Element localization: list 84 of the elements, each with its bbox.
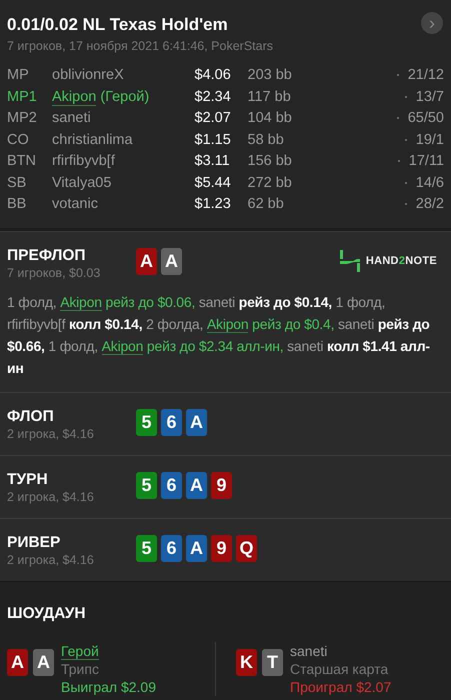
playing-card: A [7,648,28,676]
showdown-title: ШОУДАУН [7,604,87,622]
stack-amount: $1.23 [194,196,231,212]
playing-card: A [186,534,207,562]
playing-card: K [236,648,257,676]
hand-title: 0.01/0.02 NL Texas Hold'em [7,15,229,35]
result-amount: Выиграл $2.09 [61,678,156,694]
street-title: РИВЕР [7,532,62,552]
street-subtitle: 7 игроков, $0.03 [7,264,102,280]
player-stats: 65/50 [408,110,444,126]
playing-card: A [186,472,207,498]
separator-dot [404,96,407,98]
playing-card: 6 [161,472,182,498]
playing-card: 9 [211,534,232,562]
stack-amount: $1.15 [194,132,231,148]
stack-amount: $4.06 [194,67,231,83]
position-label: CO [7,130,30,150]
stack-bb: 104 bb [248,110,292,126]
player-link[interactable]: Akipon [60,294,102,310]
player-stats: 19/1 [416,132,444,148]
stack-bb: 272 bb [248,174,292,190]
playing-card: A [186,408,207,436]
player-stats: 17/11 [408,153,444,169]
separator-dot [396,74,399,76]
street-subtitle: 2 игрока, $4.16 [7,488,95,504]
position-label: MP [7,66,30,85]
separator-dot [396,117,399,120]
player-name: rfirfibyvb[f [52,153,115,169]
stack-amount: $3.11 [194,153,230,169]
playing-card: T [262,648,283,676]
player-link[interactable]: Akipon [102,338,144,354]
stack-amount: $2.07 [194,110,231,126]
street-title: ПРЕФЛОП [7,246,87,264]
separator-dot [404,203,407,206]
street-title: ФЛОП [7,406,55,426]
player-stats: 21/12 [408,67,444,83]
player-stats: 13/7 [416,88,444,104]
action-log: 1 фолд, Akipon рейз до $0.06, saneti рейз до $0.14, 1 фолд, rfirfibyvb[f колл $0.14, 2 фолда, Akipon рейз до $0.4, saneti рейз до $0.66, 1 фолд, Akipon рейз до $2.34 алл-ин, saneti колл $1.41 алл-ин [7,292,431,378]
separator-dot [404,182,407,184]
playing-card: 6 [161,534,182,562]
stack-bb: 203 bb [248,67,292,83]
position-label: MP2 [7,109,38,128]
hand-rank: Трипс [61,660,99,676]
playing-card: A [33,648,54,676]
stack-amount: $5.44 [194,174,231,190]
player-name: saneti [52,110,91,126]
stack-amount: $2.34 [194,88,231,104]
player-stats: 28/2 [416,196,444,212]
logo-text: HAND2NOTE [366,254,437,266]
stack-bb: 156 bb [248,153,292,169]
stack-bb: 58 bb [248,132,284,148]
hero-label: (Герой) [100,88,150,104]
position-label: BB [7,195,28,214]
player-link[interactable]: Akipon [52,88,96,106]
player-name: votanic [52,196,98,212]
player-name: oblivionreX [52,67,124,83]
player-name: christianlima [52,132,133,148]
street-subtitle: 2 игрока, $4.16 [7,426,95,442]
player-stats: 14/6 [416,174,444,190]
hand-subtitle: 7 игроков, 17 ноября 2021 6:41:46, PokerStars [7,39,273,53]
position-label: BTN [7,152,37,171]
player-name: saneti [290,642,328,658]
playing-card: A [161,248,182,274]
playing-card: 6 [161,408,182,436]
separator-dot [398,160,400,162]
playing-card: 5 [136,472,157,498]
position-label: SB [7,174,28,192]
player-name: Vitalya05 [52,174,112,190]
stack-bb: 117 bb [248,88,291,104]
separator-dot [404,138,407,141]
playing-card: 5 [136,408,157,436]
position-label: MP1 [7,88,38,106]
street-title: ТУРН [7,470,49,488]
street-subtitle: 2 игрока, $4.16 [7,552,95,568]
hand-rank: Старшая карта [290,660,388,676]
stack-bb: 62 bb [248,196,284,212]
playing-card: Q [236,534,257,562]
logo-icon [340,250,360,272]
playing-card: 9 [211,472,232,498]
playing-card: A [136,248,157,274]
result-amount: Проиграл $2.07 [290,678,392,694]
player-link[interactable]: Герой [61,642,99,660]
playing-card: 5 [136,534,157,562]
player-link[interactable]: Akipon [206,316,248,332]
